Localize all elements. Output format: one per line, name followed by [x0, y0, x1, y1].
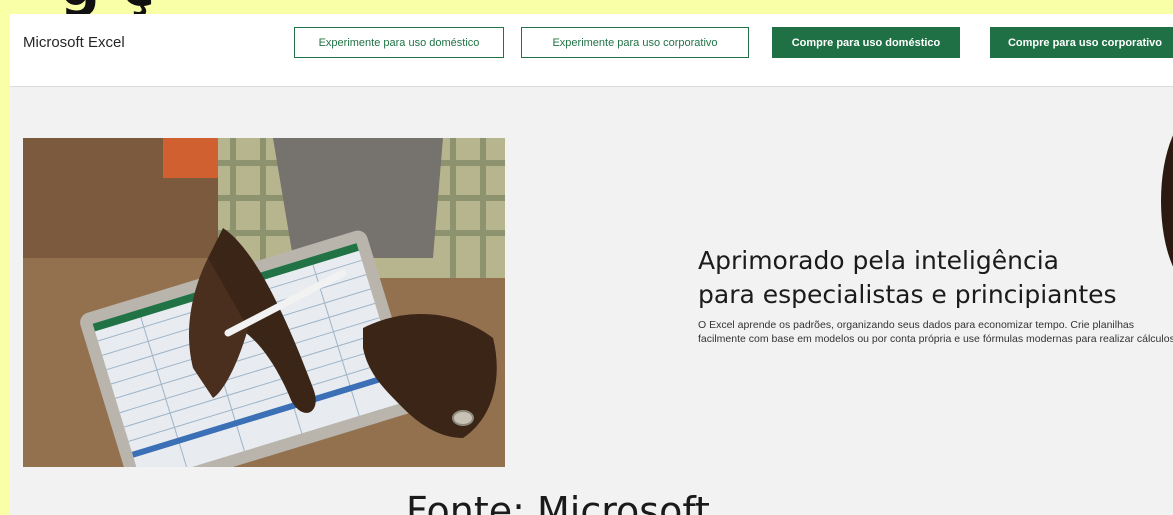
brand-label[interactable]: Microsoft Excel — [23, 34, 125, 51]
try-home-button[interactable]: Experimente para uso doméstico — [294, 27, 504, 58]
source-caption: Fonte: Microsoft — [406, 489, 710, 515]
hero-description: O Excel aprende os padrões, organizando … — [698, 319, 1173, 345]
excel-webpage-screenshot: Microsoft Excel Experimente para uso dom… — [10, 14, 1173, 515]
hero-text-block: Aprimorado pela inteligência para especi… — [698, 244, 1173, 346]
hero-heading-line-2: para especialistas e principiantes — [698, 280, 1117, 309]
try-business-button[interactable]: Experimente para uso corporativo — [521, 27, 749, 58]
avatar-illustration — [1154, 106, 1173, 296]
hero-heading-line-1: Aprimorado pela inteligência — [698, 246, 1059, 275]
top-navigation-bar: Microsoft Excel Experimente para uso dom… — [10, 14, 1173, 87]
buy-home-button[interactable]: Compre para uso doméstico — [772, 27, 960, 58]
buy-business-button[interactable]: Compre para uso corporativo — [990, 27, 1173, 58]
hero-image-tablet-hands — [23, 138, 505, 467]
